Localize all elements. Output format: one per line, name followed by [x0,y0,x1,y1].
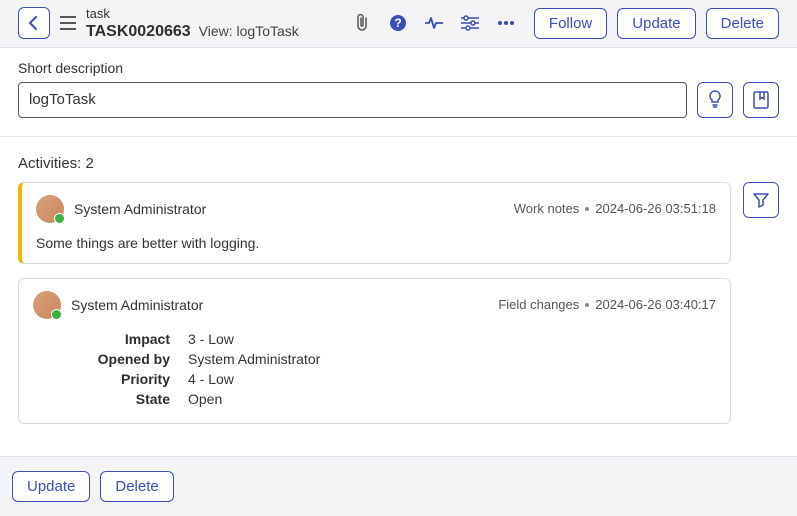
update-button-footer[interactable]: Update [12,471,90,502]
update-button[interactable]: Update [617,8,695,39]
field-value: 3 - Low [188,331,234,347]
activity-card: System Administrator Work notes 2024-06-… [18,182,731,264]
attachment-icon[interactable] [352,14,372,32]
activities-header: Activities: 2 [18,155,779,172]
more-icon[interactable] [496,20,516,26]
view-name: logToTask [237,23,299,39]
avatar [36,195,64,223]
back-button[interactable] [18,7,50,39]
field-label: Priority [33,371,188,387]
settings-sliders-icon[interactable] [460,15,480,31]
record-number: TASK0020663 [86,22,191,41]
header-bar: task TASK0020663 View: logToTask ? Follo… [0,0,797,48]
chevron-left-icon [28,16,40,30]
separator-dot [585,303,589,307]
short-description-input[interactable] [18,82,687,118]
field-label: State [33,391,188,407]
activities-section: Activities: 2 System Administrator Work … [0,137,797,456]
avatar [33,291,61,319]
delete-button-footer[interactable]: Delete [100,471,173,502]
activity-pulse-icon[interactable] [424,16,444,30]
activity-time: 2024-06-26 03:51:18 [595,201,716,216]
svg-text:?: ? [394,16,401,30]
record-type: task [86,6,299,22]
lightbulb-icon [707,90,723,110]
follow-button[interactable]: Follow [534,8,607,39]
field-label: Opened by [33,351,188,367]
view-label: View: [199,23,233,39]
activity-card: System Administrator Field changes 2024-… [18,278,731,424]
separator-dot [585,207,589,211]
book-icon [753,91,769,109]
activity-type: Field changes [498,297,579,312]
funnel-icon [753,192,769,208]
record-title: task TASK0020663 View: logToTask [86,6,299,41]
activity-body: Some things are better with logging. [36,235,716,251]
help-icon[interactable]: ? [388,14,408,32]
activity-author: System Administrator [71,297,203,313]
footer-bar: Update Delete [0,456,797,516]
field-label: Impact [33,331,188,347]
menu-icon[interactable] [60,16,76,30]
field-value: System Administrator [188,351,320,367]
field-value: Open [188,391,222,407]
suggestion-button[interactable] [697,82,733,118]
header-icons: ? [352,14,516,32]
field-value: 4 - Low [188,371,234,387]
activity-author: System Administrator [74,201,206,217]
field-changes: Impact3 - Low Opened bySystem Administra… [33,331,716,407]
delete-button[interactable]: Delete [706,8,779,39]
activity-type: Work notes [514,201,580,216]
short-description-label: Short description [18,60,779,76]
activity-time: 2024-06-26 03:40:17 [595,297,716,312]
related-search-button[interactable] [743,82,779,118]
filter-activities-button[interactable] [743,182,779,218]
form-section: Short description [0,48,797,137]
